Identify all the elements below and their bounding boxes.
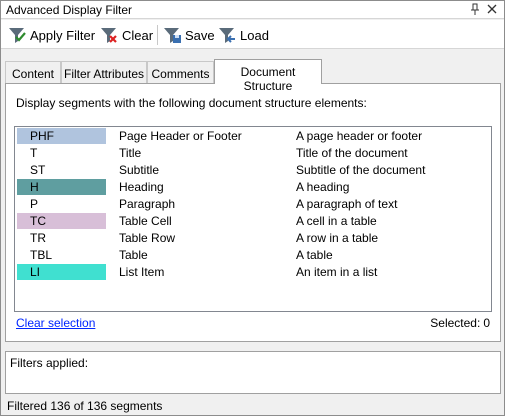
structure-elements-list[interactable]: PHF Page Header or Footer A page header or… (14, 126, 492, 312)
panel-description: Display segments with the following docu… (16, 96, 367, 110)
list-item[interactable]: LI List Item An item in a list (15, 264, 491, 281)
toolbar: Apply Filter Clear Save Load (1, 20, 504, 49)
tab-comments-label: Comments (151, 67, 210, 81)
list-item-description: A page header or footer (296, 129, 423, 143)
list-item-code: TC (17, 213, 106, 229)
list-item-code: LI (17, 264, 106, 280)
list-item[interactable]: TR Table Row A row in a table (15, 230, 491, 247)
list-item-code: T (30, 146, 38, 160)
list-item-name: Subtitle (119, 163, 160, 177)
tab-filter-attributes-label: Filter Attributes (63, 67, 145, 81)
list-item-description: Title of the document (296, 146, 408, 160)
window-title: Advanced Display Filter (6, 3, 133, 17)
selected-count-value: 0 (483, 316, 490, 330)
list-item[interactable]: ST Subtitle Subtitle of the document (15, 162, 491, 179)
filters-applied-label: Filters applied: (10, 356, 89, 370)
list-item[interactable]: TC Table Cell A cell in a table (15, 213, 491, 230)
apply-filter-label: Apply Filter (30, 27, 96, 43)
list-item[interactable]: TBL Table A table (15, 247, 491, 264)
save-label: Save (185, 27, 215, 43)
list-item[interactable]: T Title Title of the document (15, 145, 491, 162)
document-structure-panel: Display segments with the following docu… (5, 83, 501, 342)
list-item-description: An item in a list (296, 265, 378, 279)
list-item-description: A row in a table (296, 231, 379, 245)
list-item[interactable]: PHF Page Header or Footer A page header or… (15, 128, 491, 145)
list-item[interactable]: P Paragraph A paragraph of text (15, 196, 491, 213)
title-bar: Advanced Display Filter (1, 1, 504, 19)
pin-icon[interactable] (468, 2, 482, 16)
selected-label: Selected: (430, 316, 481, 330)
list-item-name: Table (119, 248, 148, 262)
list-item[interactable]: H Heading A heading (15, 179, 491, 196)
funnel-load-icon (219, 28, 235, 43)
list-item-code: TBL (30, 248, 53, 262)
list-item-code: PHF (17, 128, 106, 144)
list-item-name: Heading (119, 180, 164, 194)
list-item-description: A table (296, 248, 333, 262)
status-text: Filtered 136 of 136 segments (7, 399, 163, 413)
advanced-display-filter-window: Advanced Display Filter Apply Filter Cle… (0, 0, 505, 416)
funnel-check-icon (9, 28, 26, 43)
tab-filter-attributes[interactable]: Filter Attributes (61, 61, 147, 83)
tab-document-structure[interactable]: Document Structure (214, 59, 322, 93)
clear-label: Clear (122, 27, 154, 43)
list-item-description: A paragraph of text (296, 197, 398, 211)
funnel-save-icon (164, 28, 181, 43)
save-button[interactable]: Save (162, 24, 215, 46)
list-item-description: A heading (296, 180, 350, 194)
clear-selection-link[interactable]: Clear selection (16, 316, 95, 330)
selected-count: Selected: 0 (430, 316, 490, 330)
load-button[interactable]: Load (217, 24, 269, 46)
toolbar-separator (157, 25, 158, 45)
apply-filter-button[interactable]: Apply Filter (7, 24, 95, 46)
list-item-code: ST (30, 163, 46, 177)
close-icon[interactable] (485, 2, 499, 16)
list-item-code: P (30, 197, 39, 211)
list-item-name: Title (119, 146, 142, 160)
list-item-description: Subtitle of the document (296, 163, 426, 177)
filters-applied-box: Filters applied: (5, 351, 501, 394)
tab-content-label: Content (11, 67, 55, 81)
list-item-name: Table Cell (119, 214, 172, 228)
list-item-code: H (17, 179, 106, 195)
list-item-name: Table Row (119, 231, 176, 245)
load-label: Load (240, 27, 269, 43)
tab-comments[interactable]: Comments (147, 61, 214, 83)
list-item-name: Page Header or Footer (119, 129, 242, 143)
tab-content[interactable]: Content (5, 61, 61, 83)
list-item-description: A cell in a table (296, 214, 377, 228)
list-item-name: Paragraph (119, 197, 176, 211)
list-item-code: TR (30, 231, 46, 245)
clear-button[interactable]: Clear (99, 24, 153, 46)
list-item-name: List Item (119, 265, 165, 279)
tab-document-structure-label: Document Structure (240, 65, 296, 93)
funnel-clear-icon (101, 28, 117, 43)
filter-tabs: Content Filter Attributes Comments Docum… (5, 59, 501, 93)
